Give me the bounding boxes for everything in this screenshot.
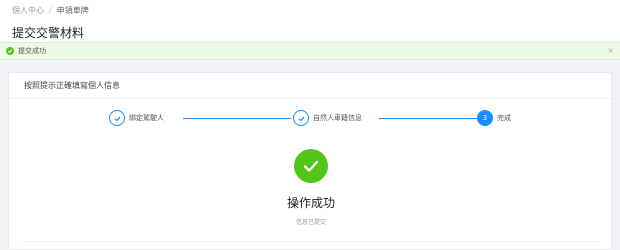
page-header: 個人中心 / 申領車牌 提交交警材料 [0, 0, 620, 42]
step-label: 綁定駕駛人 [129, 114, 164, 122]
success-check-circle-icon [294, 149, 328, 183]
breadcrumb: 個人中心 / 申領車牌 [12, 4, 608, 16]
form-card: 按照提示正確填寫個人信息 綁定駕駛人 自然人車籍信息 3 完成 操作成功 信息已… [8, 72, 612, 250]
close-icon[interactable]: × [607, 46, 614, 55]
page-title: 提交交警材料 [12, 26, 85, 40]
step-connector [183, 118, 291, 119]
steps-bar: 綁定駕駛人 自然人車籍信息 3 完成 [9, 108, 613, 128]
step-check-icon [109, 110, 125, 126]
step-label: 自然人車籍信息 [313, 114, 362, 122]
success-alert: 提交成功 × [0, 42, 620, 60]
step-complete: 3 完成 [477, 110, 511, 126]
result-title: 操作成功 [286, 196, 335, 210]
divider [23, 241, 599, 242]
result-description: 信息已提交 [295, 219, 326, 226]
step-check-icon [293, 110, 309, 126]
page-root: 個人中心 / 申領車牌 提交交警材料 提交成功 × 按照提示正確填寫個人信息 綁… [0, 0, 620, 250]
breadcrumb-item-apply-plate: 申領車牌 [56, 5, 89, 15]
card-header: 按照提示正確填寫個人信息 [9, 73, 611, 99]
alert-message: 提交成功 [18, 47, 46, 55]
success-check-icon [6, 47, 14, 55]
breadcrumb-item-personal-center[interactable]: 個人中心 [12, 5, 44, 16]
step-connector [379, 118, 477, 119]
step-bind-driver: 綁定駕駛人 [109, 110, 164, 126]
step-number: 3 [477, 110, 493, 126]
breadcrumb-separator: / [49, 5, 52, 15]
step-vehicle-info: 自然人車籍信息 [293, 110, 362, 126]
step-label: 完成 [497, 114, 511, 122]
